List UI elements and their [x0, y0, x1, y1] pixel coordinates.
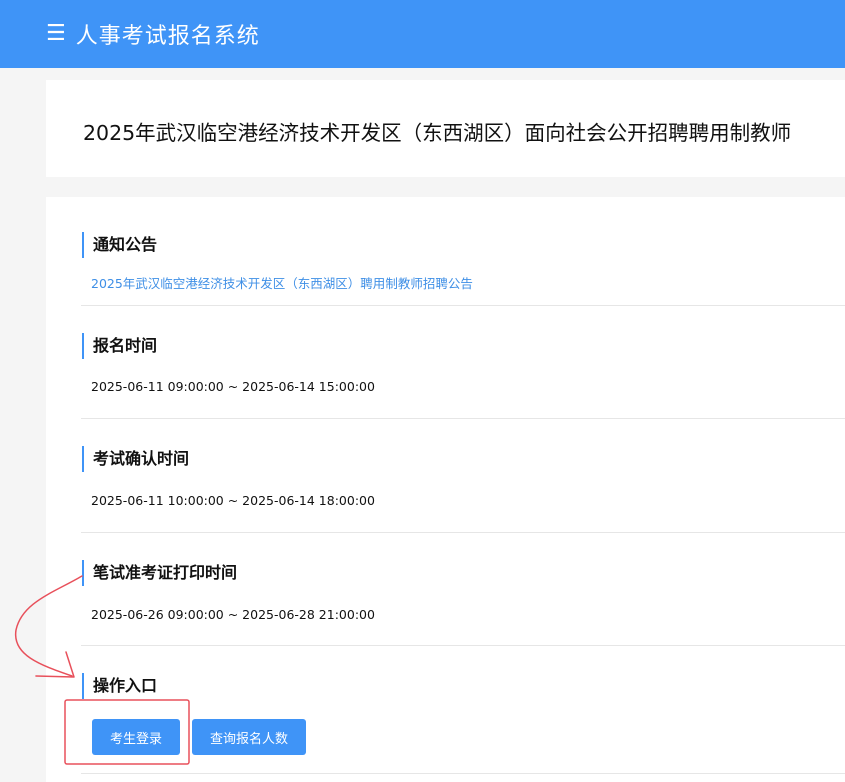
notice-body: 2025年武汉临空港经济技术开发区（东西湖区）聘用制教师招聘公告: [91, 273, 473, 292]
confirmation-heading: 考试确认时间: [82, 446, 189, 472]
registration-heading: 报名时间: [82, 333, 157, 359]
app-header: ☰ 人事考试报名系统: [0, 0, 845, 68]
title-card: 2025年武汉临空港经济技术开发区（东西湖区）面向社会公开招聘聘用制教师: [46, 80, 845, 177]
confirmation-time: 2025-06-11 10:00:00 ~ 2025-06-14 18:00:0…: [91, 493, 375, 508]
notice-section: 通知公告 2025年武汉临空港经济技术开发区（东西湖区）聘用制教师招聘公告: [81, 197, 845, 306]
notice-link[interactable]: 2025年武汉临空港经济技术开发区（东西湖区）聘用制教师招聘公告: [91, 276, 473, 291]
content-card: 通知公告 2025年武汉临空港经济技术开发区（东西湖区）聘用制教师招聘公告 报名…: [46, 197, 845, 782]
confirmation-section: 考试确认时间 2025-06-11 10:00:00 ~ 2025-06-14 …: [81, 419, 845, 533]
menu-icon[interactable]: ☰: [46, 23, 66, 45]
registration-section: 报名时间 2025-06-11 09:00:00 ~ 2025-06-14 15…: [81, 306, 845, 419]
admission-print-heading: 笔试准考证打印时间: [82, 560, 237, 586]
admission-print-section: 笔试准考证打印时间 2025-06-26 09:00:00 ~ 2025-06-…: [81, 533, 845, 646]
notice-heading: 通知公告: [82, 232, 157, 258]
operations-section: 操作入口 考生登录 查询报名人数: [81, 646, 845, 774]
app-title: 人事考试报名系统: [75, 24, 260, 49]
candidate-login-button[interactable]: 考生登录: [92, 719, 180, 755]
page-title: 2025年武汉临空港经济技术开发区（东西湖区）面向社会公开招聘聘用制教师: [83, 121, 792, 145]
registration-time: 2025-06-11 09:00:00 ~ 2025-06-14 15:00:0…: [91, 379, 375, 394]
admission-print-time: 2025-06-26 09:00:00 ~ 2025-06-28 21:00:0…: [91, 607, 375, 622]
operations-heading: 操作入口: [82, 673, 157, 699]
query-registration-count-button[interactable]: 查询报名人数: [192, 719, 306, 755]
